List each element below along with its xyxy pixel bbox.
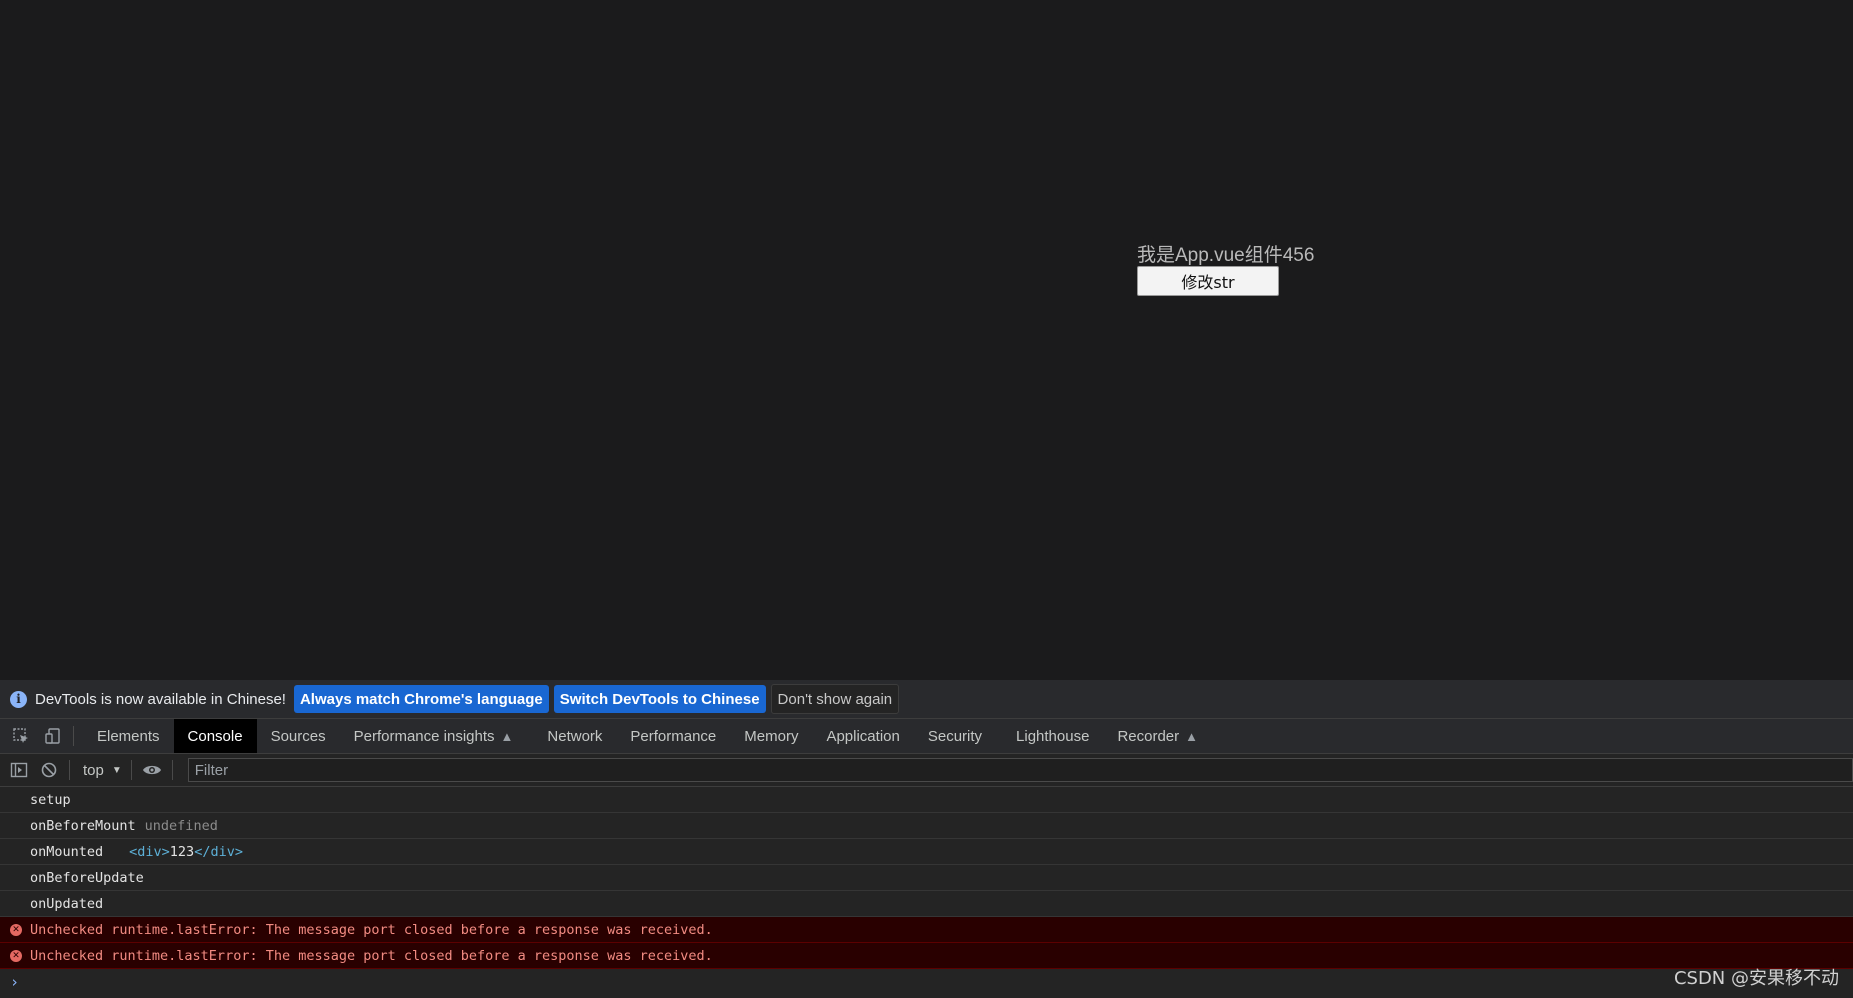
error-icon: ✕ [10,923,22,936]
tab-performance[interactable]: Performance [616,719,730,753]
devtools-tabbar: Elements Console Sources Performance ins… [0,719,1853,754]
tab-label: Security [927,727,983,745]
switch-to-chinese-button[interactable]: Switch DevTools to Chinese [553,685,766,713]
tab-label: Performance [630,727,717,745]
inspect-element-icon[interactable] [10,725,32,747]
infobar-message: DevTools is now available in Chinese! [35,690,286,708]
node-text: 123 [169,843,195,860]
always-match-language-button[interactable]: Always match Chrome's language [293,685,549,713]
toolbar-divider [171,760,173,780]
experiment-flask-icon: ▲ [500,728,514,744]
tab-label: Recorder [1117,727,1180,745]
tab-memory[interactable]: Memory [730,719,812,753]
toolbar-divider [130,760,132,780]
context-select-value: top [83,761,104,779]
log-message: onUpdated [30,895,104,912]
tab-label: Elements [97,727,160,745]
tab-lighthouse[interactable]: Lighthouse [1002,719,1103,753]
info-icon: i [10,690,27,708]
log-message: onBeforeMount [30,817,136,834]
log-row: onBeforeMount undefined [0,813,1853,839]
dom-node-link[interactable]: <div>123</div> [129,844,243,860]
node-open-tag: <div> [129,843,170,860]
tab-security[interactable]: Security [914,719,996,753]
tab-label: Network [547,727,603,745]
tab-elements[interactable]: Elements [83,719,174,753]
experiment-flask-icon: ▲ [1185,728,1199,744]
node-close-tag: </div> [194,843,243,860]
log-message: onMounted [30,843,104,860]
log-row: setup [0,787,1853,813]
filter-input[interactable] [187,758,1853,782]
prompt-chevron-icon: › [10,973,20,991]
toolbar-divider [73,726,74,746]
log-message: onBeforeUpdate [30,869,144,886]
log-row: onBeforeUpdate [0,865,1853,891]
tab-label: Performance insights [353,727,495,745]
error-message: Unchecked runtime.lastError: The message… [30,921,713,938]
error-row: ✕ Unchecked runtime.lastError: The messag… [0,917,1853,943]
modify-str-button[interactable]: 修改str [1137,266,1279,296]
device-toolbar-icon[interactable] [42,725,64,747]
tab-network[interactable]: Network [533,719,616,753]
tab-label: Memory [744,727,799,745]
tab-label: Lighthouse [1016,727,1090,745]
tab-label: Sources [270,727,326,745]
tab-console[interactable]: Console [173,719,257,753]
log-value: undefined [144,817,218,834]
console-toolbar: top ▼ [0,754,1853,787]
tab-label: Console [187,727,243,745]
clear-console-icon[interactable] [38,759,60,781]
watermark: CSDN @安果移不动 [1673,968,1839,989]
eye-icon[interactable] [141,759,163,781]
error-message: Unchecked runtime.lastError: The message… [30,947,713,964]
toolbar-divider [69,760,70,780]
caret-down-icon: ▼ [111,764,122,776]
dont-show-again-button[interactable]: Don't show again [770,684,900,714]
log-row: onUpdated [0,891,1853,917]
tab-performance-insights[interactable]: Performance insights ▲ [340,719,528,753]
context-select[interactable]: top ▼ [83,762,122,779]
tab-label: Application [826,727,900,745]
language-infobar: i DevTools is now available in Chinese! … [0,680,1853,719]
tab-sources[interactable]: Sources [257,719,340,753]
app-title: 我是App.vue组件456 [1137,245,1315,266]
sidebar-toggle-icon[interactable] [8,759,30,781]
console-log: setup onBeforeMount undefined onMounted <… [0,787,1853,995]
tab-application[interactable]: Application [812,719,913,753]
tab-recorder[interactable]: Recorder ▲ [1103,719,1212,753]
log-message: setup [30,791,71,808]
devtools-panel: i DevTools is now available in Chinese! … [0,680,1853,998]
error-row: ✕ Unchecked runtime.lastError: The messag… [0,943,1853,969]
error-icon: ✕ [10,949,22,962]
console-prompt[interactable]: › [0,969,1853,995]
log-row: onMounted <div>123</div> [0,839,1853,865]
